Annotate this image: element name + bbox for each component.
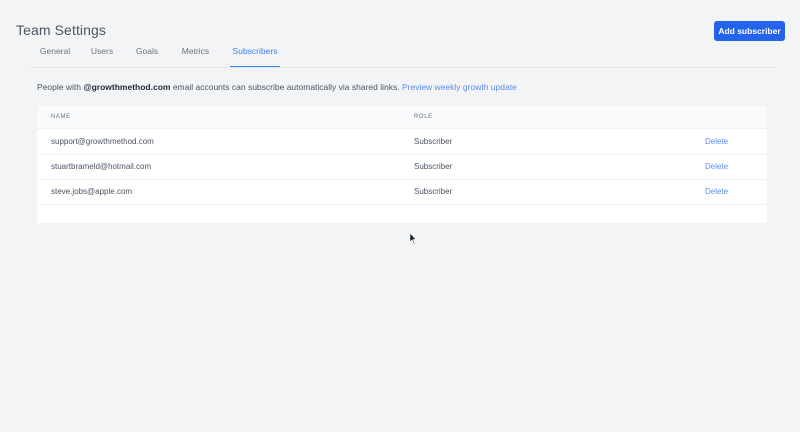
table-header: NAME ROLE bbox=[37, 106, 767, 129]
column-header-role: ROLE bbox=[414, 114, 433, 120]
add-subscriber-button[interactable]: Add subscriber bbox=[714, 21, 785, 41]
subscriber-email: stuartbrameld@hotmail.com bbox=[51, 162, 152, 171]
table-row: stuartbrameld@hotmail.com Subscriber Del… bbox=[37, 154, 767, 180]
column-header-name: NAME bbox=[51, 114, 71, 120]
tab-goals[interactable]: Goals bbox=[135, 46, 159, 66]
subscriber-email: steve.jobs@apple.com bbox=[51, 187, 133, 196]
subscriber-role: Subscriber bbox=[414, 137, 453, 146]
tab-general[interactable]: General bbox=[39, 46, 71, 66]
team-settings-page: Team Settings Add subscriber General Use… bbox=[0, 0, 800, 432]
info-domain: @growthmethod.com bbox=[83, 82, 171, 92]
mouse-cursor-icon bbox=[409, 233, 417, 245]
info-prefix: People with bbox=[37, 82, 84, 92]
tab-metrics[interactable]: Metrics bbox=[180, 46, 211, 66]
table-row: steve.jobs@apple.com Subscriber Delete bbox=[37, 179, 767, 205]
tab-subscribers[interactable]: Subscribers bbox=[230, 46, 280, 67]
subscriber-email: support@growthmethod.com bbox=[51, 137, 154, 146]
preview-weekly-growth-update-link[interactable]: Preview weekly growth update bbox=[402, 82, 517, 92]
subscriber-role: Subscriber bbox=[414, 187, 453, 196]
table-row: support@growthmethod.com Subscriber Dele… bbox=[37, 129, 767, 155]
delete-link[interactable]: Delete bbox=[705, 137, 728, 146]
delete-link[interactable]: Delete bbox=[705, 162, 728, 171]
tab-users[interactable]: Users bbox=[90, 46, 114, 66]
info-suffix: email accounts can subscribe automatical… bbox=[170, 82, 402, 92]
settings-tabs: General Users Goals Metrics Subscribers bbox=[30, 40, 777, 68]
subscriber-role: Subscriber bbox=[414, 162, 453, 171]
page-title: Team Settings bbox=[16, 22, 107, 38]
delete-link[interactable]: Delete bbox=[705, 187, 728, 196]
subscribers-table: NAME ROLE support@growthmethod.com Subsc… bbox=[37, 106, 767, 223]
subscription-info: People with @growthmethod.com email acco… bbox=[37, 82, 517, 92]
